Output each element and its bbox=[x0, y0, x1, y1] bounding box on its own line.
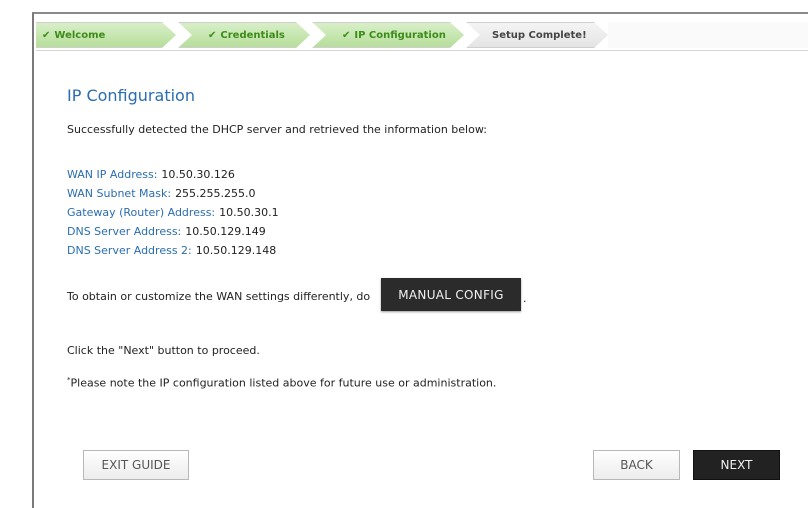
intro-text: Successfully detected the DHCP server an… bbox=[67, 123, 487, 136]
back-button[interactable]: BACK bbox=[593, 450, 680, 480]
info-label: WAN IP Address: bbox=[67, 168, 158, 181]
step-credentials: ✔ Credentials bbox=[178, 22, 310, 48]
info-value: 10.50.129.149 bbox=[185, 225, 266, 238]
step-ip-configuration: ✔ IP Configuration bbox=[312, 22, 464, 48]
next-button[interactable]: NEXT bbox=[693, 450, 780, 480]
manual-config-suffix: . bbox=[523, 292, 527, 305]
gateway-row: Gateway (Router) Address: 10.50.30.1 bbox=[67, 206, 279, 219]
info-label: DNS Server Address: bbox=[67, 225, 182, 238]
wizard-steps: ✔ Welcome ✔ Credentials ✔ IP Configurati… bbox=[36, 22, 808, 51]
footnote: *Please note the IP configuration listed… bbox=[67, 376, 496, 390]
wan-ip-row: WAN IP Address: 10.50.30.126 bbox=[67, 168, 235, 181]
step-label: Credentials bbox=[220, 29, 285, 41]
info-label: WAN Subnet Mask: bbox=[67, 187, 172, 200]
check-icon: ✔ bbox=[208, 29, 217, 41]
wan-subnet-row: WAN Subnet Mask: 255.255.255.0 bbox=[67, 187, 256, 200]
dns2-row: DNS Server Address 2: 10.50.129.148 bbox=[67, 244, 276, 257]
step-welcome: ✔ Welcome bbox=[36, 22, 176, 48]
check-icon: ✔ bbox=[342, 29, 351, 41]
footnote-text: Please note the IP configuration listed … bbox=[70, 376, 497, 390]
info-label: DNS Server Address 2: bbox=[67, 244, 192, 257]
exit-guide-button[interactable]: EXIT GUIDE bbox=[83, 450, 189, 480]
info-value: 10.50.30.1 bbox=[219, 206, 279, 219]
check-icon: ✔ bbox=[42, 29, 51, 41]
info-value: 255.255.255.0 bbox=[175, 187, 256, 200]
dns-row: DNS Server Address: 10.50.129.149 bbox=[67, 225, 266, 238]
info-label: Gateway (Router) Address: bbox=[67, 206, 216, 219]
info-value: 10.50.129.148 bbox=[195, 244, 277, 257]
step-setup-complete: Setup Complete! bbox=[466, 22, 608, 48]
step-label: Welcome bbox=[54, 29, 106, 41]
info-value: 10.50.30.126 bbox=[161, 168, 235, 181]
proceed-text: Click the "Next" button to proceed. bbox=[67, 344, 260, 357]
manual-config-button[interactable]: MANUAL CONFIG bbox=[381, 278, 521, 311]
step-label: Setup Complete! bbox=[492, 29, 587, 41]
steps-filler bbox=[608, 22, 808, 48]
page-title: IP Configuration bbox=[67, 86, 195, 105]
manual-config-prompt: To obtain or customize the WAN settings … bbox=[67, 290, 371, 303]
step-label: IP Configuration bbox=[354, 29, 446, 41]
